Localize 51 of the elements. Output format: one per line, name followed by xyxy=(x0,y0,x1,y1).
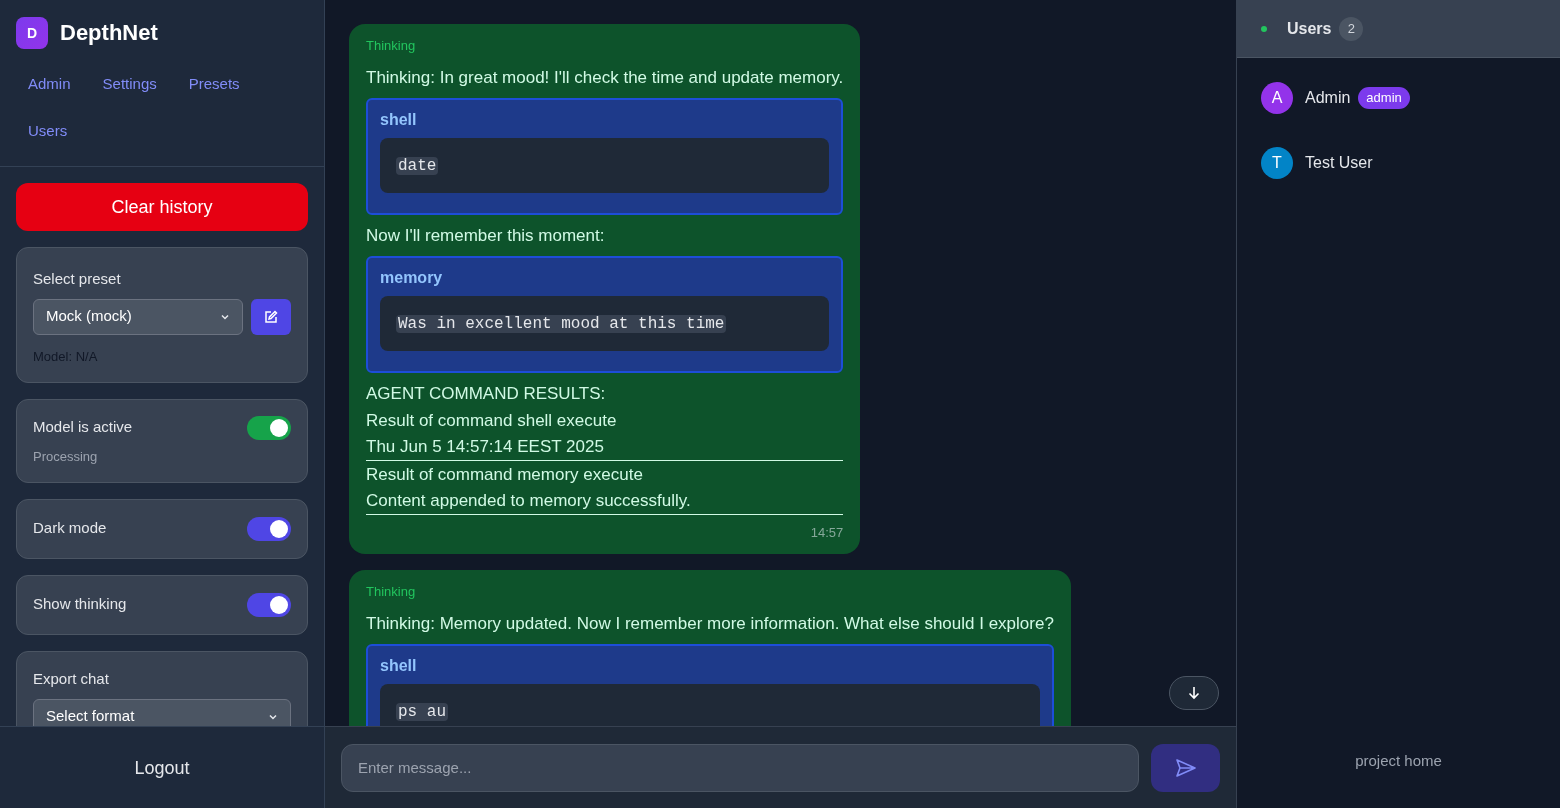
preset-select[interactable]: Mock (mock) xyxy=(33,298,243,335)
command-name: memory xyxy=(380,267,444,288)
code-text: ps au xyxy=(396,702,448,721)
code-text: Was in excellent mood at this time xyxy=(396,314,727,333)
message-input[interactable]: Enter message... xyxy=(341,743,1139,792)
setting-label: Show thinking xyxy=(33,594,127,614)
result-text: Thu Jun 5 14:57:14 EEST 2025 xyxy=(366,433,844,461)
nav-link[interactable]: Users xyxy=(16,107,80,154)
setting-status: Processing xyxy=(33,447,99,466)
role-badge: admin xyxy=(1358,87,1410,109)
setting-label: Model is active xyxy=(33,417,133,437)
message-text: Result of command shell execute xyxy=(366,409,618,432)
message-text: Thinking: In great mood! I'll check the time and update memory. xyxy=(366,66,844,89)
thinking-label: Thinking xyxy=(366,37,417,55)
send-button[interactable] xyxy=(1151,743,1220,792)
clear-history-button[interactable]: Clear history xyxy=(16,183,308,231)
code-text: date xyxy=(396,156,439,175)
message-text: Now I'll remember this moment: xyxy=(366,224,606,247)
panel-title: Users xyxy=(1287,18,1332,39)
message-time: 14:57 xyxy=(810,523,844,542)
setting-label: Dark mode xyxy=(33,518,107,538)
thinking-label: Thinking xyxy=(366,583,417,601)
command-name: shell xyxy=(380,109,418,130)
nav-link[interactable]: Settings xyxy=(90,61,169,108)
message-text: Thinking: Memory updated. Now I remember more information. What else should I explore? xyxy=(366,612,1054,635)
export-select[interactable]: Select format xyxy=(33,698,291,726)
avatar: T xyxy=(1261,147,1293,179)
edit-button[interactable] xyxy=(251,298,291,335)
edit-icon xyxy=(264,309,278,324)
toggle-switch[interactable] xyxy=(247,593,291,617)
nav-link[interactable]: Admin xyxy=(16,61,83,108)
project-home-link[interactable]: project home xyxy=(1355,750,1442,773)
user-name: Admin xyxy=(1305,88,1351,108)
nav-link[interactable]: Presets xyxy=(176,61,252,108)
logout-button[interactable]: Logout xyxy=(118,745,206,790)
logo-icon: D xyxy=(16,16,48,49)
field-label: Select preset xyxy=(33,269,122,289)
command-name: shell xyxy=(380,655,418,676)
message-text: AGENT COMMAND RESULTS: xyxy=(366,382,607,405)
app-title: DepthNet xyxy=(60,19,158,47)
scroll-down-button[interactable] xyxy=(1169,676,1219,710)
result-text: Content appended to memory successfully. xyxy=(366,487,844,515)
arrow-down-icon xyxy=(1187,686,1201,700)
send-icon xyxy=(1175,758,1196,777)
count-badge: 2 xyxy=(1339,16,1364,41)
toggle-switch[interactable] xyxy=(247,416,291,440)
avatar: A xyxy=(1261,82,1293,114)
field-label: Export chat xyxy=(33,669,110,689)
user-name: Test User xyxy=(1305,153,1373,173)
toggle-switch[interactable] xyxy=(247,517,291,541)
message-text: Result of command memory execute xyxy=(366,463,644,486)
